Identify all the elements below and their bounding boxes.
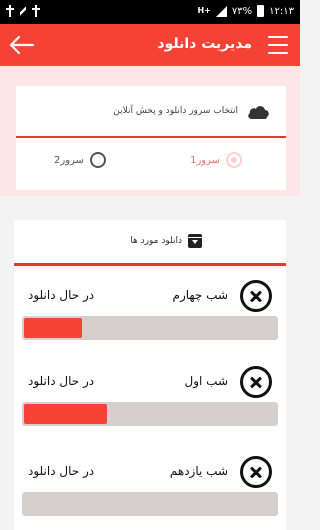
radio-server-1-circle[interactable]	[226, 152, 242, 168]
cancel-download-icon[interactable]	[240, 456, 272, 488]
download-item-name: شب چهارم	[172, 288, 228, 302]
download-item-name: شب یازدهم	[169, 464, 228, 478]
menu-button[interactable]	[268, 36, 288, 54]
status-right-info: H+ ۷۳% ۱۲:۱۳	[197, 5, 294, 17]
server-card-title: انتخاب سرور دانلود و پخش آنلاین	[113, 106, 238, 116]
radio-server-2[interactable]: سرور2	[54, 152, 106, 168]
radio-server-2-circle[interactable]	[89, 152, 106, 168]
download-item: شب یازدهم در حال دانلود	[14, 444, 286, 530]
battery-percent: ۷۳%	[231, 5, 253, 17]
status-notification-icons	[6, 5, 40, 17]
battery-icon	[257, 5, 265, 17]
download-box-icon	[188, 234, 202, 248]
downloads-title: دانلود مورد ها	[130, 236, 182, 246]
radio-server-1[interactable]: سرور1	[190, 152, 242, 168]
radio-server-2-label: سرور2	[54, 154, 84, 166]
hamburger-line	[268, 44, 288, 46]
usb-debug-icon	[32, 5, 40, 17]
cloud-icon	[248, 106, 269, 119]
download-item: شب اول در حال دانلود	[14, 354, 286, 442]
server-card: انتخاب سرور دانلود و پخش آنلاین سرور1 سر…	[16, 86, 286, 190]
signal-icon	[215, 5, 227, 17]
download-list: شب چهارم در حال دانلود شب اول در حال دان…	[14, 268, 286, 530]
hamburger-line	[268, 52, 288, 54]
download-item: شب چهارم در حال دانلود	[14, 268, 286, 356]
app-bar: مدیریت دانلود	[0, 24, 300, 66]
download-item-status: در حال دانلود	[28, 288, 95, 302]
download-item-status: در حال دانلود	[28, 374, 95, 388]
download-progress-fill	[24, 404, 107, 424]
download-progress-track	[22, 492, 278, 516]
cancel-download-icon[interactable]	[240, 366, 272, 398]
download-item-status: در حال دانلود	[28, 464, 95, 478]
page-title: مدیریت دانلود	[157, 36, 252, 52]
radio-server-1-label: سرور1	[190, 154, 220, 166]
download-progress-track	[22, 402, 278, 426]
status-bar: H+ ۷۳% ۱۲:۱۳	[0, 0, 300, 24]
download-progress-track	[22, 316, 278, 340]
back-button[interactable]	[8, 33, 36, 57]
server-card-header: انتخاب سرور دانلود و پخش آنلاین	[16, 86, 286, 138]
network-type: H+	[197, 6, 211, 15]
download-progress-fill	[24, 318, 82, 338]
usb-icon	[6, 5, 14, 17]
clock: ۱۲:۱۳	[269, 5, 294, 17]
download-item-name: شب اول	[184, 374, 229, 388]
arrow-left-icon	[9, 35, 35, 55]
charging-icon	[20, 5, 26, 17]
cancel-download-icon[interactable]	[240, 280, 272, 312]
downloads-header: دانلود مورد ها	[14, 220, 286, 266]
hamburger-menu-icon	[268, 36, 288, 38]
